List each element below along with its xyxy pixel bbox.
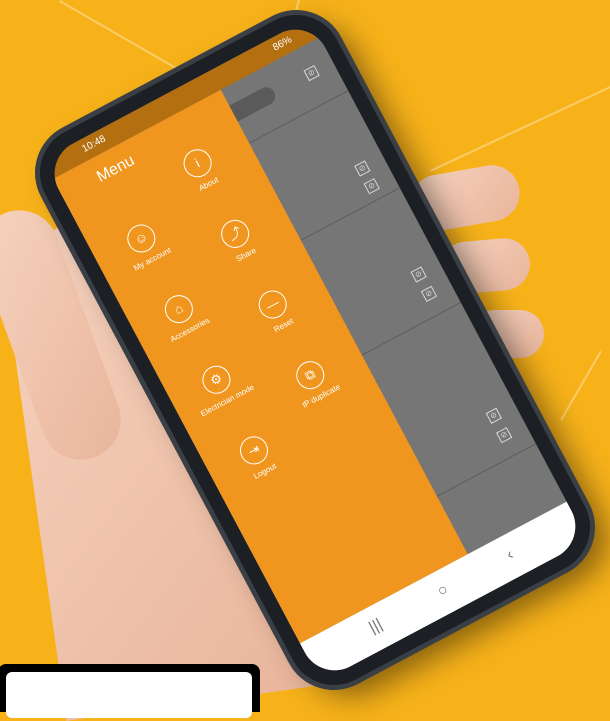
qr-code-icon (6, 672, 252, 718)
qr-code-frame (0, 664, 260, 718)
menu-item-share[interactable]: ⤴ Share (198, 205, 280, 275)
menu-item-my-account[interactable]: ☺ My account (104, 210, 186, 280)
menu-title: Menu (93, 151, 138, 186)
menu-item-about[interactable]: i About (160, 134, 242, 204)
menu-item-ip-duplicate[interactable]: ⧉ IP duplicate (273, 346, 355, 416)
background-line (430, 85, 610, 172)
edit-icon[interactable]: ⊘ (420, 285, 438, 303)
menu-item-reset[interactable]: — Reset (235, 276, 317, 346)
menu-item-logout[interactable]: ⇥ Logout (217, 422, 299, 492)
edit-icon[interactable]: ⊘ (485, 407, 502, 424)
edit-icon[interactable]: ⊘ (363, 178, 380, 195)
back-button[interactable]: ‹ (493, 540, 528, 570)
scene: 10:48 86% ⊘ ⊘ ⊘ ⊘ ⊘ ⊘ ⊘ Menu i About ☺ M… (0, 0, 610, 721)
edit-icon[interactable]: ⊘ (410, 266, 427, 283)
edit-icon[interactable]: ⊘ (303, 65, 320, 82)
edit-icon[interactable]: ⊘ (354, 160, 371, 177)
menu-item-accessories[interactable]: ⌂ Accessories (141, 280, 223, 350)
background-line (560, 350, 602, 421)
menu-item-electrician-mode[interactable]: ⚙ Electrician mode (179, 351, 261, 421)
edit-icon[interactable]: ⊘ (496, 427, 513, 444)
status-battery: 86% (271, 34, 294, 54)
recents-button[interactable]: ||| (359, 612, 394, 642)
home-button[interactable]: ○ (426, 576, 461, 606)
